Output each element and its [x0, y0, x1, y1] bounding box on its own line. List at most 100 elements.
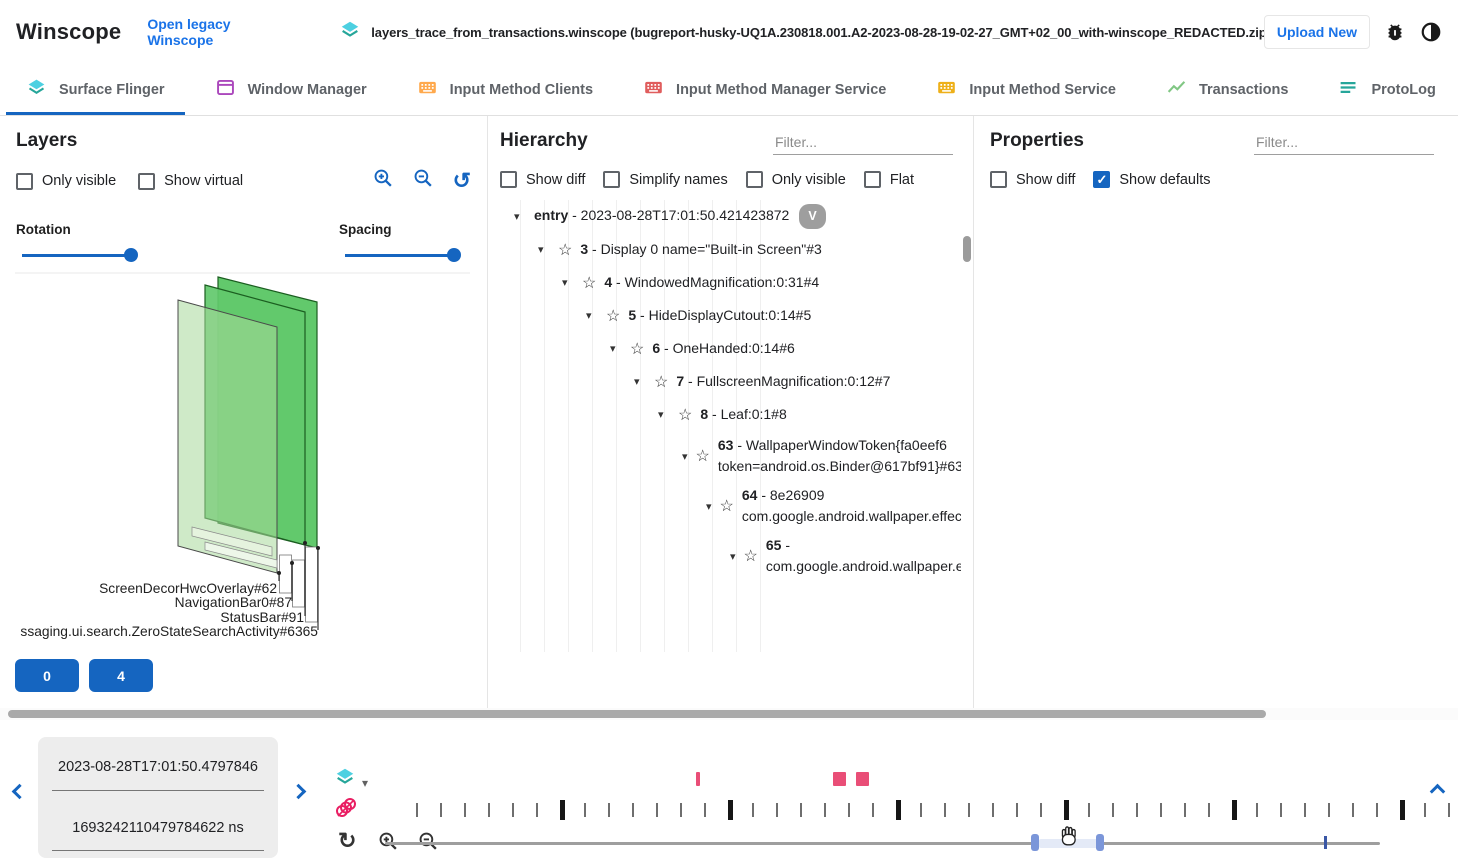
- expand-caret-icon[interactable]: ▾: [658, 408, 670, 421]
- tab-surface-flinger[interactable]: Surface Flinger: [6, 64, 185, 115]
- layers-3d-view[interactable]: ScreenDecorHwcOverlay#62 NavigationBar0#…: [0, 255, 487, 650]
- checkbox-box[interactable]: ✓: [1093, 171, 1110, 188]
- list-icon: [1338, 77, 1359, 103]
- checkbox-box[interactable]: [16, 173, 33, 190]
- display-group-button-0[interactable]: 0: [15, 659, 79, 692]
- expand-caret-icon[interactable]: ▾: [610, 342, 622, 355]
- timeline-range-track[interactable]: [385, 842, 1380, 845]
- expand-caret-icon[interactable]: ▾: [730, 550, 736, 563]
- hierarchy-filter-input[interactable]: [773, 130, 953, 155]
- zoom-in-icon[interactable]: [373, 168, 394, 194]
- checkbox-box[interactable]: [603, 171, 620, 188]
- ruler-tick: [464, 803, 466, 817]
- bug-report-icon[interactable]: [1384, 21, 1406, 43]
- tree-node[interactable]: ▾☆4 - WindowedMagnification:0:31#4: [500, 266, 961, 299]
- expand-caret-icon[interactable]: ▾: [538, 243, 550, 256]
- checkbox-only-visible[interactable]: Only visible: [16, 173, 116, 190]
- checkbox-only-visible-hierarchy[interactable]: Only visible: [746, 171, 846, 188]
- tree-node[interactable]: ▾ ☆ 7 - FullscreenMagnification:0:12#7: [500, 365, 961, 398]
- pin-star-icon[interactable]: ☆: [558, 240, 572, 260]
- upload-new-button[interactable]: Upload New: [1264, 15, 1370, 49]
- ruler-tick: [872, 803, 874, 817]
- pin-star-icon[interactable]: ☆: [678, 405, 692, 425]
- checkbox-show-virtual[interactable]: Show virtual: [138, 173, 243, 190]
- checkbox-box[interactable]: [864, 171, 881, 188]
- checkbox-show-diff-properties[interactable]: Show diff: [990, 171, 1075, 188]
- horizontal-scrollbar-thumb[interactable]: [8, 710, 1266, 718]
- refresh-icon[interactable]: ↻: [338, 830, 356, 852]
- pin-star-icon[interactable]: ☆: [696, 446, 710, 466]
- timestamp-human-field[interactable]: 2023-08-28T17:01:50.4797846: [38, 737, 278, 798]
- range-handle-right[interactable]: [1096, 834, 1104, 851]
- tree-node[interactable]: ▾☆8 - Leaf:0:1#8: [500, 398, 961, 431]
- checkbox-box[interactable]: [138, 173, 155, 190]
- expand-caret-icon[interactable]: ▾: [586, 309, 598, 322]
- zoom-out-icon[interactable]: [413, 168, 434, 194]
- layer-label: ssaging.ui.search.ZeroStateSearchActivit…: [20, 624, 318, 639]
- tab-input-method-manager-service[interactable]: Input Method Manager Service: [623, 64, 906, 115]
- horizontal-scrollbar[interactable]: [0, 708, 1458, 720]
- layer-label: StatusBar#91: [220, 610, 304, 625]
- layer-rect-sliver[interactable]: [293, 560, 305, 607]
- checkbox-box[interactable]: [990, 171, 1007, 188]
- layer-rect-sliver[interactable]: [306, 547, 318, 622]
- expand-caret-icon[interactable]: ▾: [706, 500, 712, 513]
- checkbox-show-diff[interactable]: Show diff: [500, 171, 585, 188]
- pin-star-icon[interactable]: ☆: [744, 546, 758, 566]
- dark-mode-icon[interactable]: [1420, 21, 1442, 43]
- checkbox-show-defaults[interactable]: ✓ Show defaults: [1093, 171, 1210, 188]
- tree-node[interactable]: ▾☆63 - WallpaperWindowToken{fa0eef6 toke…: [500, 431, 961, 481]
- range-handle-left[interactable]: [1031, 834, 1039, 851]
- dropdown-caret-icon[interactable]: ▾: [362, 776, 368, 790]
- ruler-tick: [968, 803, 970, 817]
- checkbox-simplify-names[interactable]: Simplify names: [603, 171, 727, 188]
- reset-zoom-icon[interactable]: ↺: [453, 170, 471, 192]
- tree-node[interactable]: ▾☆6 - OneHanded:0:14#6: [500, 332, 961, 365]
- tree-node-entry[interactable]: ▾ entry - 2023-08-28T17:01:50.421423872V: [500, 200, 961, 233]
- current-position-tick: [1324, 836, 1327, 849]
- expand-caret-icon[interactable]: ▾: [562, 276, 574, 289]
- display-group-button-4[interactable]: 4: [89, 659, 153, 692]
- chart-line-icon: [1166, 77, 1187, 103]
- ruler-tick: [896, 800, 901, 820]
- hierarchy-scrollbar[interactable]: [963, 236, 971, 688]
- layer-rect-sliver[interactable]: [280, 555, 292, 593]
- tree-node[interactable]: ▾☆65 - com.google.android.wallpaper.effe…: [500, 531, 961, 581]
- tree-node[interactable]: ▾☆5 - HideDisplayCutout:0:14#5: [500, 299, 961, 332]
- expand-caret-icon[interactable]: ▾: [514, 210, 526, 223]
- ruler-tick: [824, 803, 826, 817]
- tab-window-manager[interactable]: Window Manager: [195, 64, 387, 115]
- keyboard-icon: [417, 77, 438, 103]
- tab-input-method-clients[interactable]: Input Method Clients: [397, 64, 613, 115]
- transition-marker[interactable]: [856, 772, 869, 786]
- transition-marker[interactable]: [696, 772, 700, 786]
- checkbox-flat[interactable]: Flat: [864, 171, 914, 188]
- transitions-trace-icon[interactable]: [334, 796, 358, 825]
- pin-star-icon[interactable]: ☆: [606, 306, 620, 326]
- pin-star-icon[interactable]: ☆: [582, 273, 596, 293]
- tab-input-method-service[interactable]: Input Method Service: [916, 64, 1136, 115]
- ruler-tick: [1016, 803, 1018, 817]
- transition-marker[interactable]: [833, 772, 846, 786]
- properties-filter-input[interactable]: [1254, 130, 1434, 155]
- tree-node-label: 7 - FullscreenMagnification:0:12#7: [676, 367, 890, 396]
- layers-trace-icon[interactable]: [334, 766, 356, 793]
- open-legacy-link[interactable]: Open legacy Winscope: [147, 16, 299, 48]
- checkbox-box[interactable]: [500, 171, 517, 188]
- loaded-file-info: layers_trace_from_transactions.winscope …: [339, 19, 1264, 46]
- pin-star-icon[interactable]: ☆: [630, 339, 644, 359]
- tab-protolog[interactable]: ProtoLog: [1318, 64, 1455, 115]
- ruler-tick: [1136, 803, 1138, 817]
- pin-star-icon[interactable]: ☆: [654, 372, 668, 392]
- tab-transactions[interactable]: Transactions: [1146, 64, 1308, 115]
- checkbox-label: Simplify names: [629, 172, 727, 188]
- ruler-tick: [632, 803, 634, 817]
- timestamp-ns-field[interactable]: 1693242110479784622 ns: [38, 798, 278, 859]
- checkbox-box[interactable]: [746, 171, 763, 188]
- ruler-tick: [1448, 803, 1450, 817]
- tree-node[interactable]: ▾☆3 - Display 0 name="Built-in Screen"#3: [500, 233, 961, 266]
- tree-node[interactable]: ▾☆64 - 8e26909 com.google.android.wallpa…: [500, 481, 961, 531]
- pin-star-icon[interactable]: ☆: [720, 496, 734, 516]
- expand-caret-icon[interactable]: ▾: [682, 450, 688, 463]
- expand-caret-icon[interactable]: ▾: [634, 375, 646, 388]
